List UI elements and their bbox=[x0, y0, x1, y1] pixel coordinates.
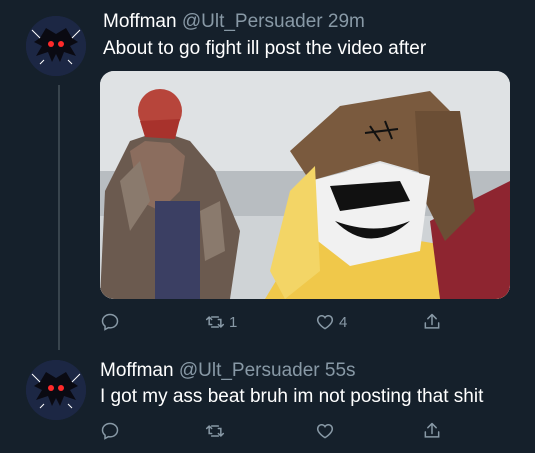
tweet-text: I got my ass beat bruh im not posting th… bbox=[100, 386, 484, 407]
reply-button[interactable] bbox=[100, 312, 124, 332]
share-icon bbox=[424, 313, 440, 329]
timestamp[interactable]: 29m bbox=[328, 11, 365, 32]
display-name[interactable]: Moffman bbox=[100, 360, 174, 381]
like-button[interactable] bbox=[315, 421, 339, 441]
share-button[interactable] bbox=[422, 312, 442, 332]
tweet-text: About to go fight ill post the video aft… bbox=[103, 38, 427, 59]
heart-icon bbox=[316, 314, 334, 330]
tweet-image[interactable] bbox=[100, 71, 510, 299]
moth-avatar-icon bbox=[26, 360, 86, 420]
reply-icon bbox=[101, 313, 119, 331]
share-icon bbox=[424, 422, 440, 438]
reply-icon bbox=[101, 422, 119, 440]
display-name[interactable]: Moffman bbox=[103, 11, 177, 32]
heart-icon bbox=[316, 423, 334, 439]
tweet-header: Moffman @Ult_Persuader 29m bbox=[103, 11, 365, 33]
timestamp[interactable]: 55s bbox=[325, 360, 356, 381]
comic-illustration-image bbox=[100, 71, 510, 299]
retweet-button[interactable]: 1 bbox=[205, 312, 237, 332]
like-button[interactable]: 4 bbox=[315, 312, 347, 332]
tweet-actions: 1 4 bbox=[100, 312, 450, 334]
moth-avatar-icon bbox=[26, 16, 86, 76]
thread-connector-line bbox=[58, 85, 60, 350]
avatar[interactable] bbox=[26, 360, 86, 420]
avatar[interactable] bbox=[26, 16, 86, 76]
user-handle[interactable]: @Ult_Persuader bbox=[182, 11, 323, 32]
like-count: 4 bbox=[339, 313, 348, 331]
reply-button[interactable] bbox=[100, 421, 124, 441]
user-handle[interactable]: @Ult_Persuader bbox=[179, 360, 320, 381]
tweet-actions bbox=[100, 421, 450, 443]
retweet-count: 1 bbox=[229, 313, 238, 331]
retweet-icon bbox=[205, 425, 225, 437]
tweet-header: Moffman @Ult_Persuader 55s bbox=[100, 360, 356, 382]
share-button[interactable] bbox=[422, 421, 442, 441]
retweet-button[interactable] bbox=[205, 421, 229, 441]
retweet-icon bbox=[205, 316, 225, 328]
